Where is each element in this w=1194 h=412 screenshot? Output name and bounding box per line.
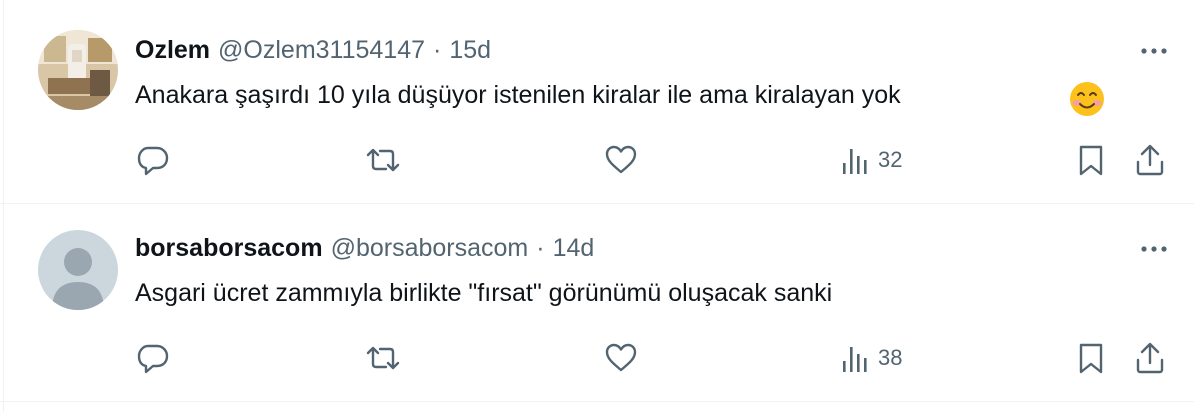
more-button[interactable] bbox=[1137, 234, 1171, 264]
views-count: 38 bbox=[878, 345, 903, 370]
more-icon bbox=[1141, 246, 1167, 252]
bookmark-icon bbox=[1079, 145, 1103, 176]
retweet-button[interactable] bbox=[364, 140, 402, 180]
retweet-icon bbox=[366, 148, 400, 172]
share-button[interactable] bbox=[1134, 140, 1166, 180]
retweet-button[interactable] bbox=[364, 338, 402, 378]
separator-dot: · bbox=[433, 35, 442, 64]
more-icon bbox=[1141, 48, 1167, 54]
more-button[interactable] bbox=[1137, 36, 1171, 66]
tweet-header: Ozlem @Ozlem31154147 · 15d bbox=[135, 34, 491, 66]
avatar-photo bbox=[38, 30, 118, 110]
author-name[interactable]: Ozlem bbox=[135, 36, 210, 65]
heart-icon bbox=[605, 343, 637, 372]
views-icon bbox=[843, 347, 867, 372]
divider bbox=[0, 401, 1194, 402]
tweet[interactable]: Ozlem @Ozlem31154147 · 15d Anakara şaşır… bbox=[0, 0, 1194, 203]
reply-icon bbox=[137, 146, 169, 176]
views-count: 32 bbox=[878, 147, 903, 172]
reply-button[interactable] bbox=[136, 140, 170, 180]
views-button[interactable]: 32 bbox=[840, 140, 902, 180]
reply-icon bbox=[137, 344, 169, 374]
reply-button[interactable] bbox=[136, 338, 170, 378]
heart-icon bbox=[605, 145, 637, 174]
retweet-icon bbox=[366, 346, 400, 370]
bookmark-button[interactable] bbox=[1076, 140, 1106, 180]
action-bar: 32 bbox=[0, 140, 1194, 180]
views-icon bbox=[843, 149, 867, 174]
tweet-header: borsaborsacom @borsaborsacom · 14d bbox=[135, 232, 594, 264]
tweet-text: Anakara şaşırdı 10 yıla düşüyor istenile… bbox=[135, 81, 901, 109]
avatar[interactable] bbox=[38, 30, 118, 110]
like-button[interactable] bbox=[604, 338, 638, 378]
tweet-text: Asgari ücret zammıyla birlikte "fırsat" … bbox=[135, 279, 833, 307]
tweet[interactable]: borsaborsacom @borsaborsacom · 14d Asgar… bbox=[0, 204, 1194, 401]
action-bar: 38 bbox=[0, 338, 1194, 378]
share-icon bbox=[1136, 144, 1164, 176]
share-icon bbox=[1136, 342, 1164, 374]
smiling-face-emoji-icon bbox=[1070, 82, 1104, 116]
bookmark-button[interactable] bbox=[1076, 338, 1106, 378]
like-button[interactable] bbox=[604, 140, 638, 180]
bookmark-icon bbox=[1079, 343, 1103, 374]
author-name[interactable]: borsaborsacom bbox=[135, 234, 323, 263]
separator-dot: · bbox=[536, 233, 545, 262]
default-avatar-icon bbox=[38, 230, 118, 310]
timestamp[interactable]: 15d bbox=[449, 36, 491, 65]
author-handle[interactable]: @borsaborsacom bbox=[331, 234, 529, 263]
timestamp[interactable]: 14d bbox=[553, 234, 595, 263]
avatar[interactable] bbox=[38, 230, 118, 310]
share-button[interactable] bbox=[1134, 338, 1166, 378]
author-handle[interactable]: @Ozlem31154147 bbox=[218, 36, 425, 65]
views-button[interactable]: 38 bbox=[840, 338, 902, 378]
